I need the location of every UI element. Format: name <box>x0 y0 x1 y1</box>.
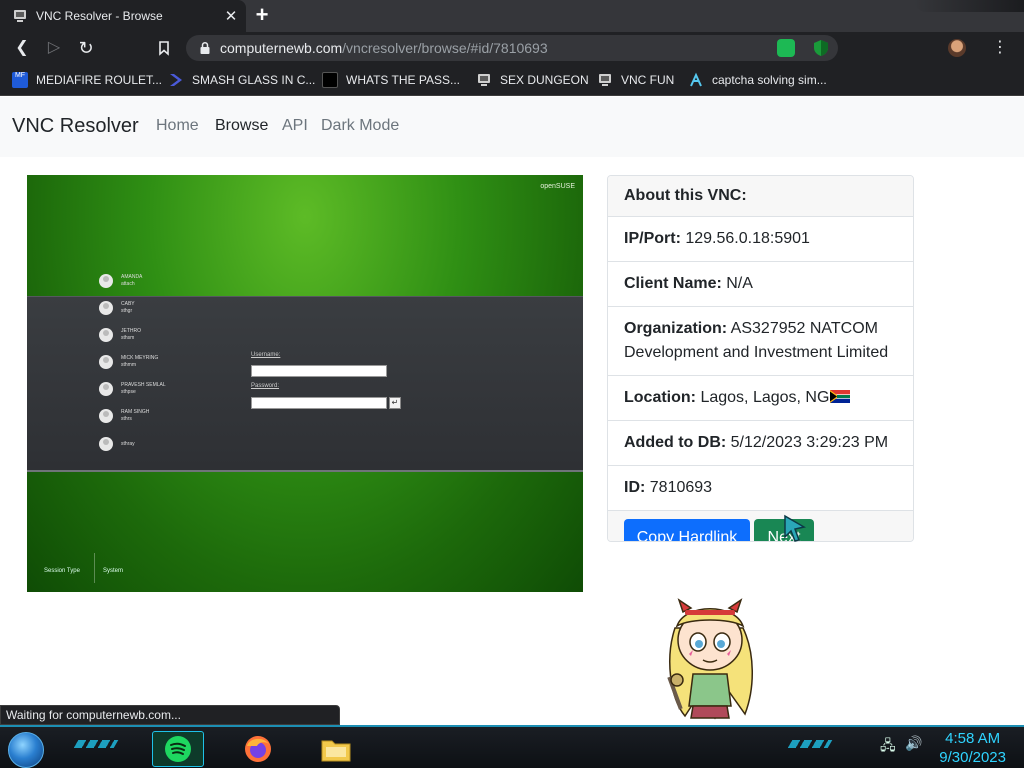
browser-toolbar: ❮ ▷ ↻ computernewb.com/vncresolver/brows… <box>0 32 1024 64</box>
vnc-user-entry: AMANDA attach <box>99 274 142 288</box>
taskbar-spotify[interactable] <box>152 731 204 767</box>
shield-extension-icon[interactable] <box>812 39 830 57</box>
forward-button[interactable]: ▷ <box>44 38 64 58</box>
computernewb-icon <box>14 10 26 22</box>
vnc-user-entry: RAM SINGH sthrs <box>99 409 149 423</box>
taskbar-file-explorer[interactable] <box>310 731 362 767</box>
lock-icon <box>200 41 210 54</box>
network-icon[interactable]: 🖧 <box>880 735 896 759</box>
tab-title: VNC Resolver - Browse <box>36 9 163 23</box>
firefox-icon <box>245 736 271 762</box>
location-row: Location: Lagos, Lagos, NG <box>608 376 913 421</box>
vnc-user-entry: sthray <box>99 437 135 451</box>
spotify-icon <box>165 736 191 762</box>
computernewb-icon <box>599 74 611 86</box>
bookmark-icon[interactable] <box>156 40 172 56</box>
vnc-username-field <box>251 365 387 377</box>
url-text: computernewb.com/vncresolver/browse/#id/… <box>220 40 548 56</box>
bookmark-smash-glass[interactable]: SMASH GLASS IN C... <box>168 70 315 90</box>
id-value: 7810693 <box>649 479 713 496</box>
added-to-db-value: 5/12/2023 3:29:23 PM <box>730 434 889 451</box>
mouse-cursor-icon <box>784 514 807 542</box>
taskbar-firefox[interactable] <box>232 731 284 767</box>
browser-menu-button[interactable]: ⋮ <box>990 38 1010 58</box>
copy-hardlink-button[interactable]: Copy Hardlink <box>624 519 750 541</box>
taskbar-decoration <box>787 740 833 748</box>
clock-time: 4:58 AM <box>945 730 1001 747</box>
vnc-user-entry: MICK MEYRING sthmm <box>99 355 158 369</box>
vnc-user-entry: CABY sthgr <box>99 301 135 315</box>
organization-row: Organization: AS327952 NATCOM Developmen… <box>608 307 913 376</box>
location-value: Lagos, Lagos, NG <box>700 389 830 406</box>
bookmark-sex-dungeon[interactable]: SEX DUNGEON <box>476 70 589 90</box>
opensuse-logo: openSUSE <box>540 183 575 190</box>
user-avatar-icon <box>99 437 113 451</box>
taskbar-decoration <box>73 740 119 748</box>
address-bar[interactable]: computernewb.com/vncresolver/browse/#id/… <box>186 35 838 61</box>
id-row: ID: 7810693 <box>608 466 913 511</box>
browser-tab-active[interactable]: VNC Resolver - Browse ✕ <box>0 0 246 32</box>
vnc-password-field <box>251 397 387 409</box>
new-tab-button[interactable]: + <box>251 4 273 27</box>
vnc-system: System <box>103 568 124 574</box>
client-name-value: N/A <box>726 275 753 292</box>
terminal-icon <box>322 72 338 88</box>
titlebar-decoration <box>914 0 1024 12</box>
about-vnc-card: About this VNC: IP/Port: 129.56.0.18:590… <box>607 175 914 542</box>
client-name-row: Client Name: N/A <box>608 262 913 307</box>
site-brand[interactable]: VNC Resolver <box>12 115 139 138</box>
user-avatar-icon <box>99 328 113 342</box>
vnc-footer-divider <box>94 553 95 583</box>
vnc-session-type: Session Type <box>44 568 80 574</box>
taskbar: 🖧 🔊 4:58 AM 9/30/2023 <box>0 725 1024 768</box>
ip-port-row: IP/Port: 129.56.0.18:5901 <box>608 217 913 262</box>
vnc-user-entry: PRAVESH SEMLAL sthpse <box>99 382 166 396</box>
lambda-icon <box>690 72 702 87</box>
file-explorer-icon <box>321 740 351 762</box>
nav-dark-mode[interactable]: Dark Mode <box>321 117 399 135</box>
system-clock[interactable]: 4:58 AM 9/30/2023 <box>939 729 1006 767</box>
user-avatar-icon <box>99 382 113 396</box>
start-button[interactable] <box>8 732 44 768</box>
nav-api[interactable]: API <box>282 117 308 135</box>
chat-extension-icon[interactable] <box>777 39 795 57</box>
volume-icon[interactable]: 🔊 <box>905 735 922 752</box>
card-title: About this VNC: <box>608 176 913 217</box>
user-avatar-icon <box>99 355 113 369</box>
clock-date: 9/30/2023 <box>939 749 1006 766</box>
added-to-db-row: Added to DB: 5/12/2023 3:29:23 PM <box>608 421 913 466</box>
close-tab-icon[interactable]: ✕ <box>220 7 242 25</box>
user-avatar-icon <box>99 409 113 423</box>
user-avatar-icon <box>99 301 113 315</box>
vnc-username-label: Username: <box>251 352 281 358</box>
user-avatar-icon <box>99 274 113 288</box>
vnc-screenshot: openSUSE AMANDA attach CABY sthgr JETHRO st… <box>27 175 583 592</box>
card-footer: Copy Hardlink Next <box>608 511 913 541</box>
browser-status-bar: Waiting for computernewb.com... <box>0 705 340 725</box>
south-africa-flag-icon <box>830 390 851 403</box>
vnc-password-label: Password: <box>251 383 280 389</box>
ip-port-value: 129.56.0.18:5901 <box>685 230 810 247</box>
bookmark-captcha-solving[interactable]: captcha solving sim... <box>688 70 827 90</box>
chevron-logo-icon <box>170 74 182 86</box>
cartoon-mascot-image <box>667 598 753 720</box>
back-button[interactable]: ❮ <box>12 38 32 58</box>
nav-home[interactable]: Home <box>156 117 199 135</box>
bookmark-vnc-fun[interactable]: VNC FUN <box>597 70 674 90</box>
nav-browse[interactable]: Browse <box>215 117 268 135</box>
computernewb-icon <box>478 74 490 86</box>
bookmark-mediafire-roulette[interactable]: MF MEDIAFIRE ROULET... <box>12 70 162 90</box>
profile-avatar[interactable] <box>948 39 966 57</box>
bookmarks-bar: MF MEDIAFIRE ROULET... SMASH GLASS IN C.… <box>0 64 1024 96</box>
vnc-login-arrow-icon: ↵ <box>389 397 401 409</box>
vnc-user-entry: JETHRO sthsm <box>99 328 141 342</box>
mediafire-icon: MF <box>12 72 28 88</box>
site-navbar: VNC Resolver Home Browse API Dark Mode <box>0 97 1024 157</box>
reload-button[interactable]: ↻ <box>76 38 96 58</box>
browser-tab-strip: VNC Resolver - Browse ✕ + <box>0 0 1024 32</box>
bookmark-whats-the-pass[interactable]: WHATS THE PASS... <box>322 70 460 90</box>
